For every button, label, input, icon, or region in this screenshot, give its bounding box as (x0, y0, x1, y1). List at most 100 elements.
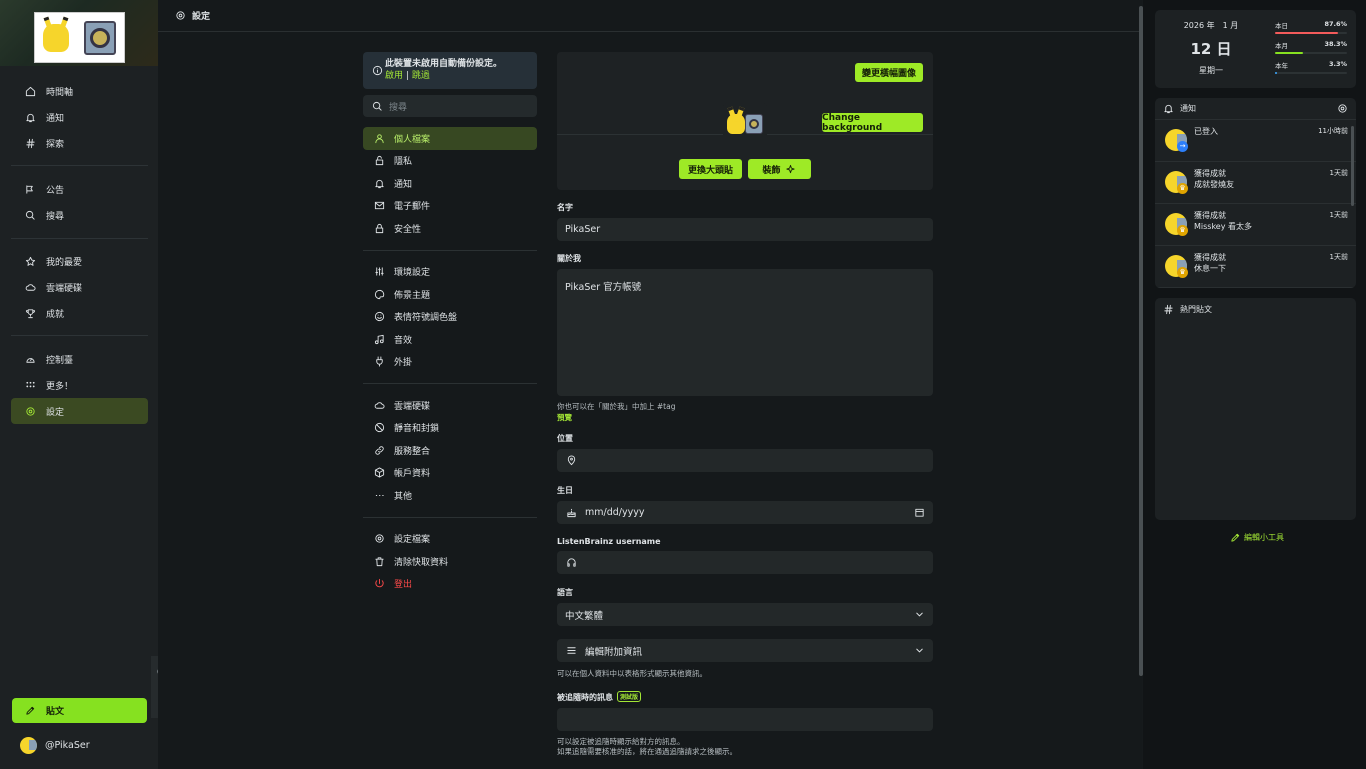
settings-item-integrations[interactable]: 服務整合 (363, 439, 537, 462)
stat-0: 本日 87.6% (1275, 20, 1347, 36)
settings-item-other[interactable]: 其他 (363, 484, 537, 507)
settings-item-emoji-palette[interactable]: 表情符號調色盤 (363, 306, 537, 329)
extra-fields-expander[interactable]: 編輯附加資訊 (557, 639, 933, 662)
list-icon (565, 645, 577, 657)
settings-item-drive[interactable]: 雲端硬碟 (363, 394, 537, 417)
gear-icon[interactable] (1336, 103, 1348, 115)
language-select[interactable]: 中文繁體 (557, 603, 933, 626)
settings-item-profiles-file[interactable]: 設定檔案 (363, 528, 537, 551)
backup-notice: 此裝置未啟用自動備份設定。 啟用 | 跳過 (363, 52, 537, 89)
stat-fill (1275, 32, 1339, 34)
link-icon (373, 444, 385, 456)
nav-item-notifications[interactable]: 通知 (11, 104, 148, 130)
notification-item[interactable]: ♛ 獲得成就 休息一下 1天前 (1155, 246, 1356, 288)
nav-item-announcements[interactable]: 公告 (11, 176, 148, 202)
settings-item-notifications[interactable]: 通知 (363, 172, 537, 195)
lock-icon (373, 222, 385, 234)
nav-item-favorites[interactable]: 我的最愛 (11, 248, 148, 274)
skip-backup-link[interactable]: 跳過 (412, 71, 430, 81)
nav-item-settings[interactable]: 設定 (11, 398, 148, 424)
lock-open-icon (373, 155, 385, 167)
post-button[interactable]: 貼文 (12, 698, 147, 723)
notification-item[interactable]: ♛ 獲得成就 Misskey 看太多 1天前 (1155, 204, 1356, 246)
cloud-icon (24, 281, 36, 293)
chevron-down-icon (913, 645, 925, 657)
settings-item-logout[interactable]: 登出 (363, 573, 537, 596)
notifications-widget: 通知 → 已登入 11小時前 ♛ 獲得成就 成就發燒友 1天前 ♛ 獲得成就 Misskey 看太… (1155, 98, 1356, 288)
name-input[interactable]: PikaSer (557, 218, 933, 241)
chevron-down-icon (913, 609, 925, 621)
edit-widgets-button[interactable]: 編輯小工具 (1229, 531, 1284, 543)
page-header: 設定 (158, 0, 1142, 32)
calendar-icon[interactable] (913, 507, 925, 519)
notification-type-icon: ♛ (1177, 267, 1188, 278)
vault-image (84, 20, 117, 55)
widgets-column: 2026 年 1 月 12 日 星期一 本日 87.6% 本月 38.3% 本年 3.3%… (1143, 0, 1366, 769)
settings-item-preferences[interactable]: 環境設定 (363, 261, 537, 284)
settings-item-account-data[interactable]: 帳戶資料 (363, 462, 537, 485)
notification-item[interactable]: ♛ 獲得成就 成就發燒友 1天前 (1155, 162, 1356, 204)
settings-item-mute-block[interactable]: 靜音和封鎖 (363, 417, 537, 440)
follow-message-input[interactable] (557, 708, 933, 731)
nav-item-control-panel[interactable]: 控制臺 (11, 346, 148, 372)
settings-item-security[interactable]: 安全性 (363, 217, 537, 240)
search-icon (371, 100, 383, 112)
stat-1: 本月 38.3% (1275, 40, 1347, 56)
nav-item-achievements[interactable]: 成就 (11, 300, 148, 326)
decorate-button[interactable]: 裝飾 (748, 159, 811, 179)
location-input[interactable] (557, 449, 933, 472)
enable-backup-link[interactable]: 啟用 (385, 71, 403, 81)
notification-type-icon: → (1177, 141, 1188, 152)
change-banner-button[interactable]: 變更橫幅圖像 (855, 63, 923, 82)
map-pin-icon (565, 455, 577, 467)
settings-item-privacy[interactable]: 隱私 (363, 150, 537, 173)
hash-icon (1162, 303, 1174, 315)
preview-link[interactable]: 預覽 (557, 412, 933, 423)
package-icon (373, 467, 385, 479)
listenbrainz-input[interactable] (557, 551, 933, 574)
settings-item-profile[interactable]: 個人檔案 (363, 127, 537, 150)
home-icon (24, 85, 36, 97)
nav-item-explore[interactable]: 探索 (11, 130, 148, 156)
settings-item-email[interactable]: 電子郵件 (363, 195, 537, 218)
gauge-icon (24, 353, 36, 365)
change-avatar-button[interactable]: 更換大頭貼 (679, 159, 742, 179)
pikachu-image (42, 23, 69, 52)
avatar (20, 737, 37, 754)
settings-item-sounds[interactable]: 音效 (363, 328, 537, 351)
cake-icon (565, 507, 577, 519)
headphones-icon (565, 557, 577, 569)
trophy-icon (24, 307, 36, 319)
sliders-icon (373, 266, 385, 278)
bell-icon (24, 111, 36, 123)
notification-item[interactable]: → 已登入 11小時前 (1155, 120, 1356, 162)
pencil-icon (24, 705, 36, 717)
power-icon (373, 578, 385, 590)
settings-item-plugins[interactable]: 外掛 (363, 351, 537, 374)
instance-logo[interactable] (34, 12, 125, 63)
profile-avatar[interactable] (723, 102, 767, 146)
about-textarea[interactable]: PikaSer 官方帳號 (557, 269, 933, 396)
notifications-scrollbar[interactable] (1351, 126, 1354, 206)
account-button[interactable]: @PikaSer (20, 737, 90, 754)
beta-badge: 測試版 (617, 691, 642, 702)
settings-search-input[interactable]: 搜尋 (363, 95, 537, 117)
birthday-input[interactable]: mm/dd/yyyy (557, 501, 933, 524)
gear-icon (373, 533, 385, 545)
search-icon (24, 209, 36, 221)
palette-icon (373, 288, 385, 300)
nav-item-more[interactable]: 更多！ (11, 372, 148, 398)
change-background-button[interactable]: Change background (822, 113, 923, 133)
stat-2: 本年 3.3% (1275, 60, 1347, 76)
bell-icon (373, 177, 385, 189)
stat-track (1275, 72, 1347, 74)
grid-dots-icon (24, 379, 36, 391)
hash-icon (24, 137, 36, 149)
settings-item-clear-cache[interactable]: 清除快取資料 (363, 550, 537, 573)
nav-item-drive[interactable]: 雲端硬碟 (11, 274, 148, 300)
nav-item-search[interactable]: 搜尋 (11, 202, 148, 228)
settings-item-theme[interactable]: 佈景主題 (363, 283, 537, 306)
trash-icon (373, 555, 385, 567)
pikachu-image (727, 114, 745, 134)
nav-item-timeline[interactable]: 時間軸 (11, 78, 148, 104)
